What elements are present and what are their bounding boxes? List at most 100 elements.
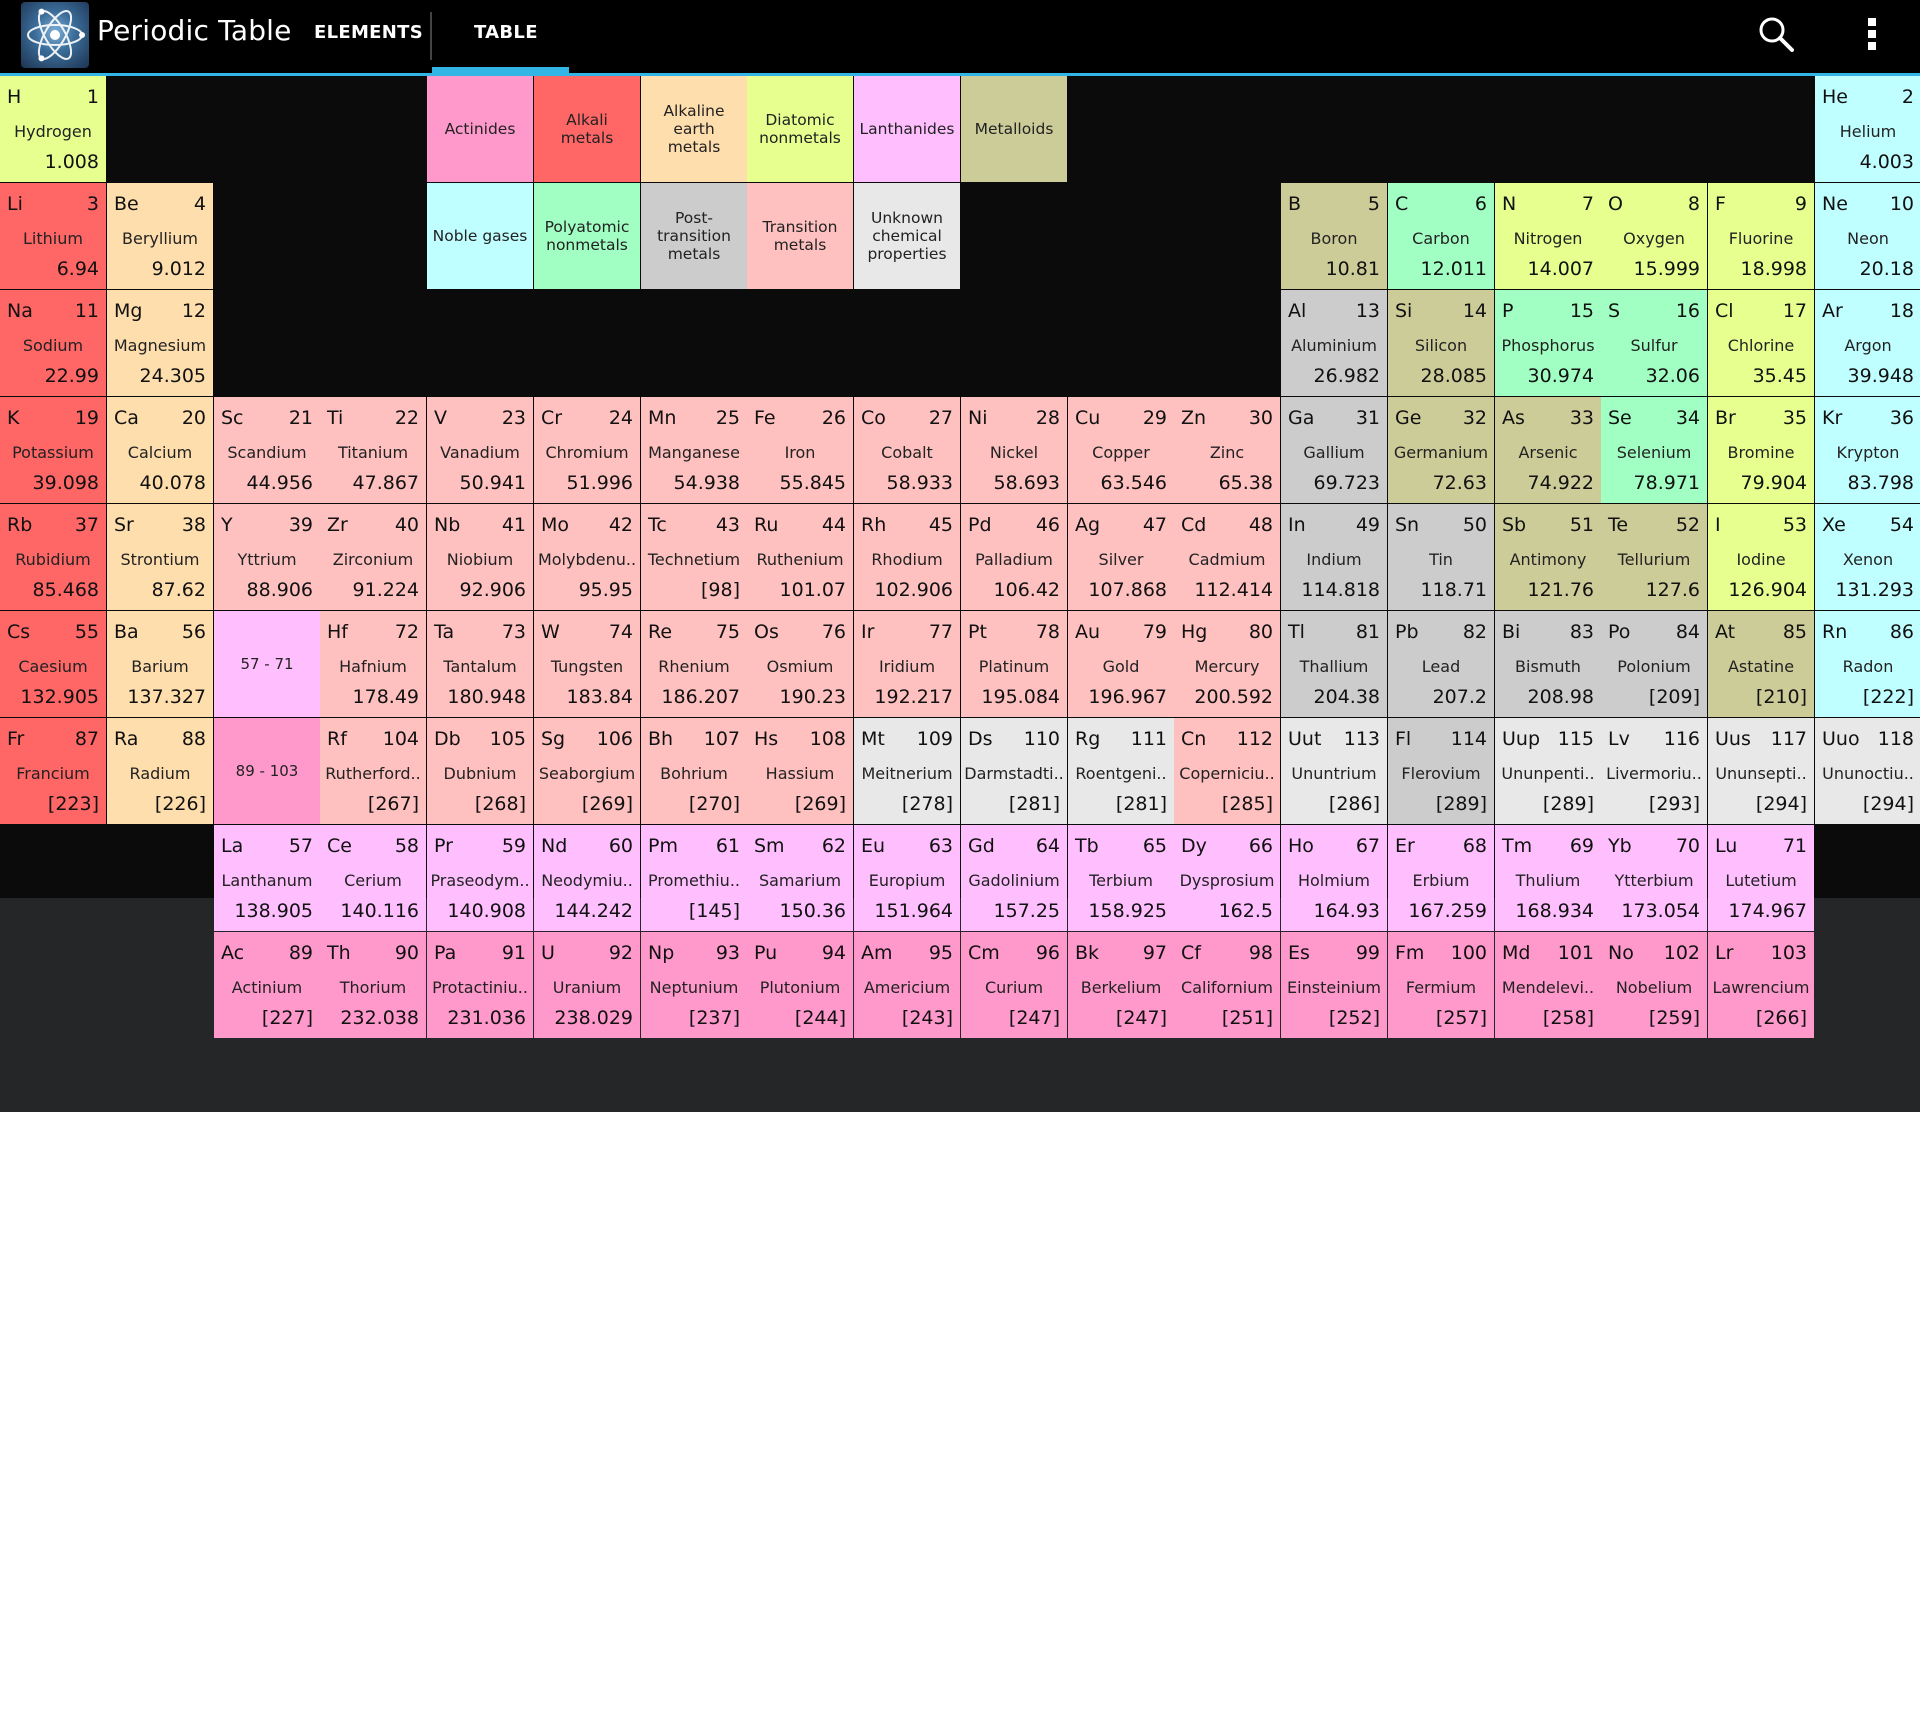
element-cell-se[interactable]: Se 34 Selenium 78.971 <box>1601 397 1707 503</box>
element-cell-te[interactable]: Te 52 Tellurium 127.6 <box>1601 504 1707 610</box>
element-cell-y[interactable]: Y 39 Yttrium 88.906 <box>214 504 320 610</box>
element-cell-ti[interactable]: Ti 22 Titanium 47.867 <box>320 397 426 503</box>
element-cell-ag[interactable]: Ag 47 Silver 107.868 <box>1068 504 1174 610</box>
element-cell-xe[interactable]: Xe 54 Xenon 131.293 <box>1815 504 1920 610</box>
element-cell-pu[interactable]: Pu 94 Plutonium [244] <box>747 932 853 1038</box>
element-cell-ce[interactable]: Ce 58 Cerium 140.116 <box>320 825 426 931</box>
element-cell-he[interactable]: He 2 Helium 4.003 <box>1815 76 1920 182</box>
element-cell-cl[interactable]: Cl 17 Chlorine 35.45 <box>1708 290 1814 396</box>
overflow-menu-icon[interactable] <box>1854 14 1890 54</box>
element-cell-lu[interactable]: Lu 71 Lutetium 174.967 <box>1708 825 1814 931</box>
element-cell-hg[interactable]: Hg 80 Mercury 200.592 <box>1174 611 1280 717</box>
element-cell-u[interactable]: U 92 Uranium 238.029 <box>534 932 640 1038</box>
element-cell-la[interactable]: La 57 Lanthanum 138.905 <box>214 825 320 931</box>
element-cell-re[interactable]: Re 75 Rhenium 186.207 <box>641 611 747 717</box>
element-cell-po[interactable]: Po 84 Polonium [209] <box>1601 611 1707 717</box>
element-cell-fr[interactable]: Fr 87 Francium [223] <box>0 718 106 824</box>
element-cell-sm[interactable]: Sm 62 Samarium 150.36 <box>747 825 853 931</box>
element-cell-as[interactable]: As 33 Arsenic 74.922 <box>1495 397 1601 503</box>
series-placeholder-lanthanide[interactable]: 57 - 71 <box>214 611 320 717</box>
element-cell-pb[interactable]: Pb 82 Lead 207.2 <box>1388 611 1494 717</box>
element-cell-np[interactable]: Np 93 Neptunium [237] <box>641 932 747 1038</box>
element-cell-au[interactable]: Au 79 Gold 196.967 <box>1068 611 1174 717</box>
element-cell-c[interactable]: C 6 Carbon 12.011 <box>1388 183 1494 289</box>
element-cell-uuo[interactable]: Uuo 118 Ununoctiu.. [294] <box>1815 718 1920 824</box>
element-cell-cn[interactable]: Cn 112 Coperniciu.. [285] <box>1174 718 1280 824</box>
element-cell-k[interactable]: K 19 Potassium 39.098 <box>0 397 106 503</box>
element-cell-cf[interactable]: Cf 98 Californium [251] <box>1174 932 1280 1038</box>
element-cell-ar[interactable]: Ar 18 Argon 39.948 <box>1815 290 1920 396</box>
element-cell-uus[interactable]: Uus 117 Ununsepti.. [294] <box>1708 718 1814 824</box>
atom-icon[interactable] <box>21 2 89 68</box>
legend-item-actinide[interactable]: Actinides <box>427 76 533 182</box>
element-cell-tm[interactable]: Tm 69 Thulium 168.934 <box>1495 825 1601 931</box>
element-cell-tb[interactable]: Tb 65 Terbium 158.925 <box>1068 825 1174 931</box>
element-cell-bh[interactable]: Bh 107 Bohrium [270] <box>641 718 747 824</box>
element-cell-cm[interactable]: Cm 96 Curium [247] <box>961 932 1067 1038</box>
legend-item-noble[interactable]: Noble gases <box>427 183 533 289</box>
element-cell-os[interactable]: Os 76 Osmium 190.23 <box>747 611 853 717</box>
search-icon[interactable] <box>1756 14 1796 54</box>
series-placeholder-actinide[interactable]: 89 - 103 <box>214 718 320 824</box>
element-cell-cr[interactable]: Cr 24 Chromium 51.996 <box>534 397 640 503</box>
legend-item-unknown[interactable]: Unknown chemical properties <box>854 183 960 289</box>
element-cell-p[interactable]: P 15 Phosphorus 30.974 <box>1495 290 1601 396</box>
element-cell-rf[interactable]: Rf 104 Rutherford.. [267] <box>320 718 426 824</box>
legend-item-lanthanide[interactable]: Lanthanides <box>854 76 960 182</box>
element-cell-rh[interactable]: Rh 45 Rhodium 102.906 <box>854 504 960 610</box>
element-cell-hs[interactable]: Hs 108 Hassium [269] <box>747 718 853 824</box>
element-cell-rn[interactable]: Rn 86 Radon [222] <box>1815 611 1920 717</box>
legend-item-alkaline[interactable]: Alkaline earth metals <box>641 76 747 182</box>
element-cell-be[interactable]: Be 4 Beryllium 9.012 <box>107 183 213 289</box>
element-cell-sn[interactable]: Sn 50 Tin 118.71 <box>1388 504 1494 610</box>
element-cell-mg[interactable]: Mg 12 Magnesium 24.305 <box>107 290 213 396</box>
element-cell-co[interactable]: Co 27 Cobalt 58.933 <box>854 397 960 503</box>
element-cell-uup[interactable]: Uup 115 Ununpenti.. [289] <box>1495 718 1601 824</box>
element-cell-v[interactable]: V 23 Vanadium 50.941 <box>427 397 533 503</box>
element-cell-es[interactable]: Es 99 Einsteinium [252] <box>1281 932 1387 1038</box>
element-cell-ne[interactable]: Ne 10 Neon 20.18 <box>1815 183 1920 289</box>
element-cell-lr[interactable]: Lr 103 Lawrencium [266] <box>1708 932 1814 1038</box>
tab-elements[interactable]: ELEMENTS <box>314 22 423 43</box>
element-cell-no[interactable]: No 102 Nobelium [259] <box>1601 932 1707 1038</box>
element-cell-fm[interactable]: Fm 100 Fermium [257] <box>1388 932 1494 1038</box>
element-cell-db[interactable]: Db 105 Dubnium [268] <box>427 718 533 824</box>
element-cell-ta[interactable]: Ta 73 Tantalum 180.948 <box>427 611 533 717</box>
element-cell-tl[interactable]: Tl 81 Thallium 204.38 <box>1281 611 1387 717</box>
element-cell-ru[interactable]: Ru 44 Ruthenium 101.07 <box>747 504 853 610</box>
element-cell-b[interactable]: B 5 Boron 10.81 <box>1281 183 1387 289</box>
element-cell-lv[interactable]: Lv 116 Livermoriu.. [293] <box>1601 718 1707 824</box>
element-cell-kr[interactable]: Kr 36 Krypton 83.798 <box>1815 397 1920 503</box>
element-cell-yb[interactable]: Yb 70 Ytterbium 173.054 <box>1601 825 1707 931</box>
element-cell-pm[interactable]: Pm 61 Promethiu.. [145] <box>641 825 747 931</box>
element-cell-sb[interactable]: Sb 51 Antimony 121.76 <box>1495 504 1601 610</box>
element-cell-ra[interactable]: Ra 88 Radium [226] <box>107 718 213 824</box>
element-cell-bk[interactable]: Bk 97 Berkelium [247] <box>1068 932 1174 1038</box>
element-cell-pr[interactable]: Pr 59 Praseodym.. 140.908 <box>427 825 533 931</box>
element-cell-s[interactable]: S 16 Sulfur 32.06 <box>1601 290 1707 396</box>
element-cell-cu[interactable]: Cu 29 Copper 63.546 <box>1068 397 1174 503</box>
element-cell-br[interactable]: Br 35 Bromine 79.904 <box>1708 397 1814 503</box>
element-cell-tc[interactable]: Tc 43 Technetium [98] <box>641 504 747 610</box>
element-cell-th[interactable]: Th 90 Thorium 232.038 <box>320 932 426 1038</box>
element-cell-fe[interactable]: Fe 26 Iron 55.845 <box>747 397 853 503</box>
element-cell-sr[interactable]: Sr 38 Strontium 87.62 <box>107 504 213 610</box>
legend-item-transition[interactable]: Transition metals <box>747 183 853 289</box>
element-cell-ga[interactable]: Ga 31 Gallium 69.723 <box>1281 397 1387 503</box>
element-cell-h[interactable]: H 1 Hydrogen 1.008 <box>0 76 106 182</box>
element-cell-ac[interactable]: Ac 89 Actinium [227] <box>214 932 320 1038</box>
legend-item-alkali[interactable]: Alkali metals <box>534 76 640 182</box>
element-cell-li[interactable]: Li 3 Lithium 6.94 <box>0 183 106 289</box>
element-cell-nd[interactable]: Nd 60 Neodymiu.. 144.242 <box>534 825 640 931</box>
element-cell-al[interactable]: Al 13 Aluminium 26.982 <box>1281 290 1387 396</box>
element-cell-pa[interactable]: Pa 91 Protactiniu.. 231.036 <box>427 932 533 1038</box>
element-cell-w[interactable]: W 74 Tungsten 183.84 <box>534 611 640 717</box>
element-cell-at[interactable]: At 85 Astatine [210] <box>1708 611 1814 717</box>
element-cell-md[interactable]: Md 101 Mendelevi.. [258] <box>1495 932 1601 1038</box>
element-cell-n[interactable]: N 7 Nitrogen 14.007 <box>1495 183 1601 289</box>
element-cell-ni[interactable]: Ni 28 Nickel 58.693 <box>961 397 1067 503</box>
element-cell-hf[interactable]: Hf 72 Hafnium 178.49 <box>320 611 426 717</box>
element-cell-ir[interactable]: Ir 77 Iridium 192.217 <box>854 611 960 717</box>
element-cell-ca[interactable]: Ca 20 Calcium 40.078 <box>107 397 213 503</box>
element-cell-rb[interactable]: Rb 37 Rubidium 85.468 <box>0 504 106 610</box>
